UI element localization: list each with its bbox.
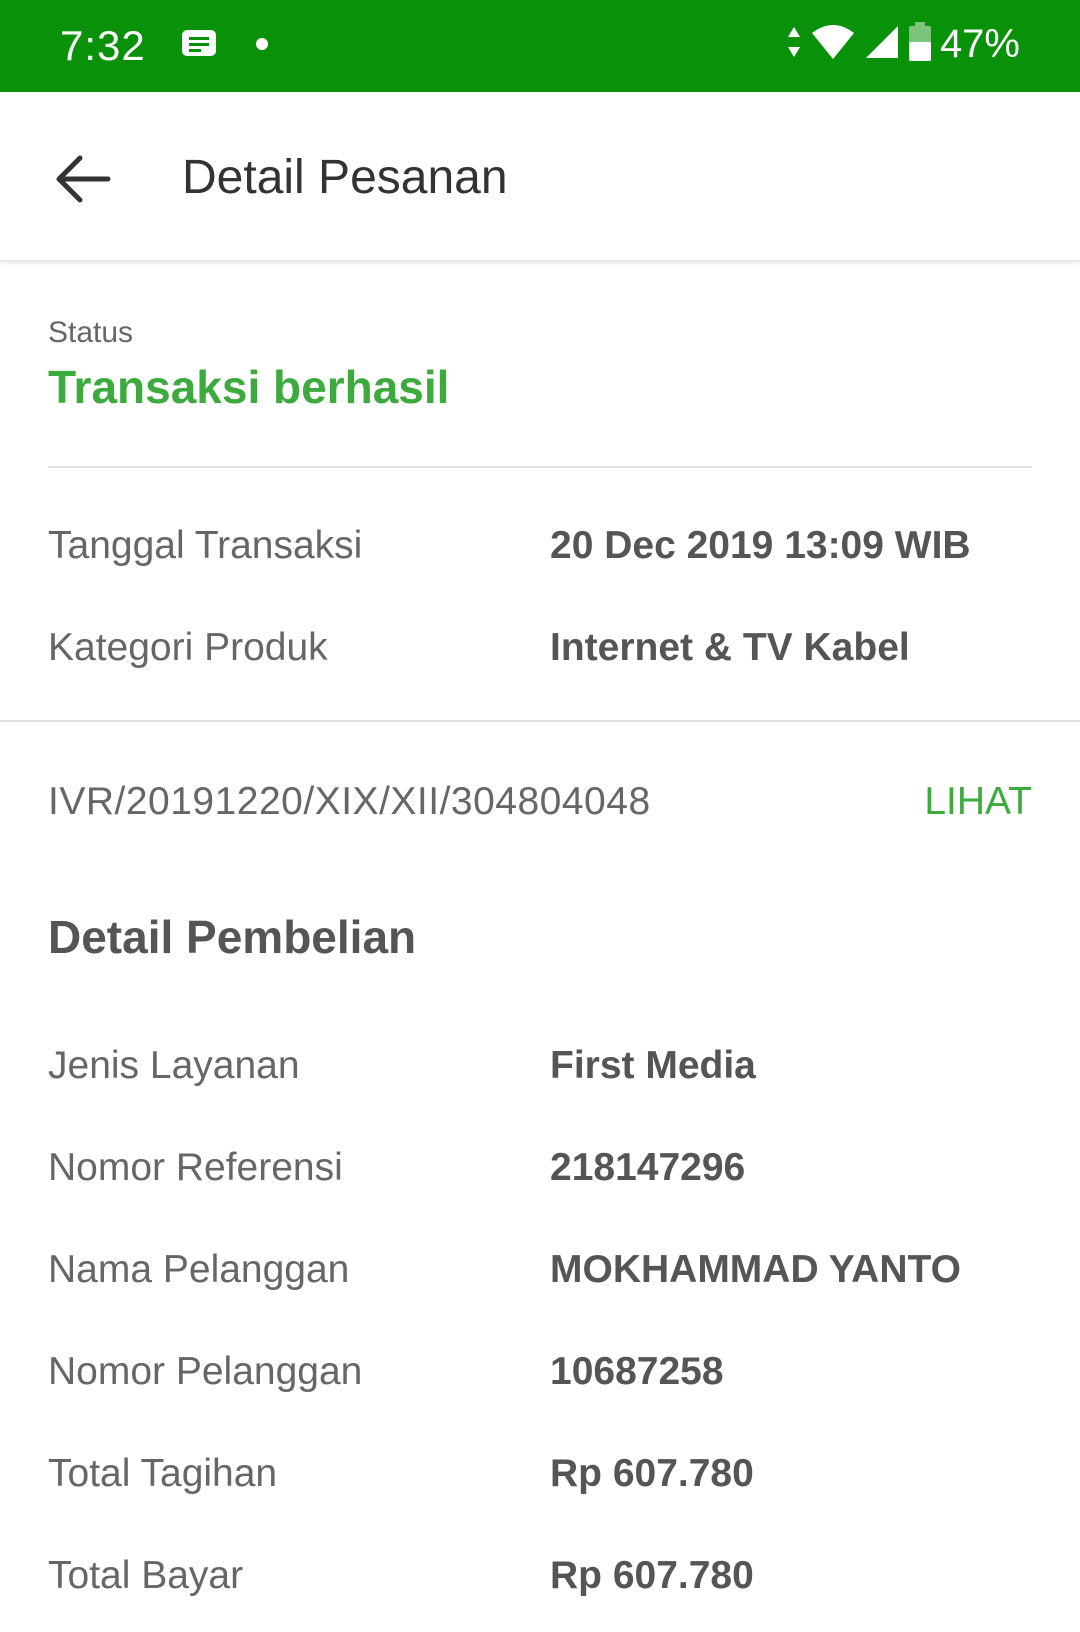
reference-number-value: 218147296 <box>550 1146 746 1189</box>
product-category-value: Internet & TV Kabel <box>550 626 910 669</box>
transaction-date-value: 20 Dec 2019 13:09 WIB <box>550 524 971 567</box>
app-bar: Detail Pesanan <box>0 92 1080 261</box>
reference-number-label: Nomor Referensi <box>48 1146 343 1189</box>
customer-number-value: 10687258 <box>550 1350 724 1393</box>
customer-name-value: MOKHAMMAD YANTO <box>550 1248 961 1291</box>
battery-percent: 47% <box>939 22 1020 66</box>
invoice-number: IVR/20191220/XIX/XII/304804048 <box>48 780 651 823</box>
divider <box>48 466 1032 468</box>
back-button[interactable] <box>50 144 120 214</box>
product-category-label: Kategori Produk <box>48 626 328 669</box>
message-icon <box>180 28 218 67</box>
view-invoice-button[interactable]: LIHAT <box>924 780 1032 824</box>
arrow-left-icon <box>50 155 120 218</box>
total-paid-label: Total Bayar <box>48 1554 244 1597</box>
cell-signal-icon <box>864 24 900 65</box>
service-type-label: Jenis Layanan <box>48 1044 300 1087</box>
status-time: 7:32 <box>60 22 146 69</box>
total-bill-label: Total Tagihan <box>48 1452 278 1495</box>
total-bill-value: Rp 607.780 <box>550 1452 754 1495</box>
status-bar: 7:32 47% <box>0 0 1080 92</box>
customer-number-label: Nomor Pelanggan <box>48 1350 363 1393</box>
section-title: Detail Pembelian <box>48 911 417 963</box>
status-icons: 47% <box>786 22 1020 67</box>
total-paid-value: Rp 607.780 <box>550 1554 754 1597</box>
wifi-icon <box>810 23 856 66</box>
data-arrows-icon <box>786 25 802 64</box>
divider <box>0 720 1080 722</box>
customer-name-label: Nama Pelanggan <box>48 1248 350 1291</box>
notification-dot-icon <box>256 38 268 50</box>
transaction-date-label: Tanggal Transaksi <box>48 524 363 567</box>
status-value: Transaksi berhasil <box>48 361 450 413</box>
battery-icon <box>908 22 932 67</box>
status-label: Status <box>48 316 134 349</box>
page-title: Detail Pesanan <box>182 151 508 204</box>
service-type-value: First Media <box>550 1044 756 1087</box>
